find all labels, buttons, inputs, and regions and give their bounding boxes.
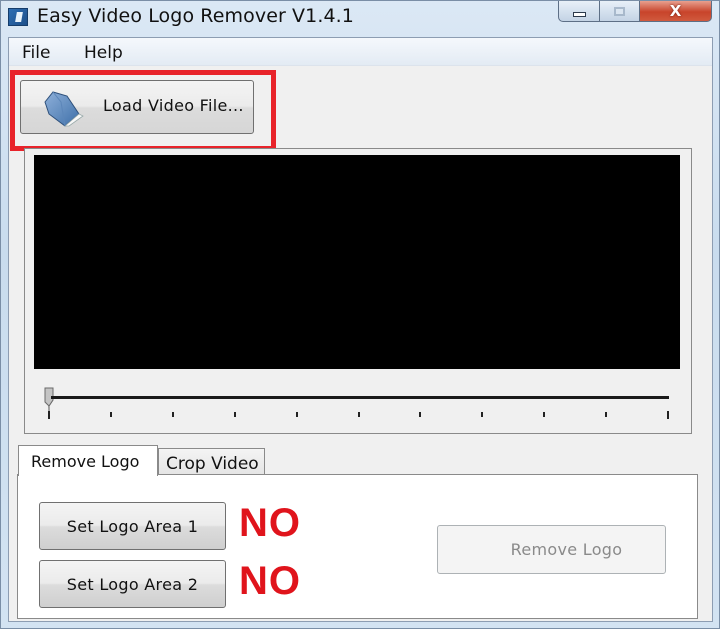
menu-bar: File Help — [9, 38, 712, 66]
slider-tick — [543, 412, 546, 417]
slider-tick — [357, 412, 360, 417]
seek-slider-track[interactable] — [51, 396, 669, 399]
slider-tick — [48, 411, 50, 419]
title-bar[interactable]: Easy Video Logo Remover V1.4.1 X — [1, 1, 719, 35]
slider-tick — [605, 412, 608, 417]
menu-file[interactable]: File — [22, 43, 50, 63]
slider-tick — [109, 412, 112, 417]
app-logo-icon — [8, 8, 28, 26]
load-video-label: Load Video File... — [103, 96, 244, 115]
app-window: Easy Video Logo Remover V1.4.1 X File He… — [0, 0, 720, 629]
slider-thumb[interactable] — [44, 387, 54, 411]
slider-tick — [171, 412, 174, 417]
maximize-icon — [614, 6, 625, 16]
window-title: Easy Video Logo Remover V1.4.1 — [37, 5, 355, 27]
tab-crop-video[interactable]: Crop Video — [158, 448, 265, 476]
caption-buttons: X — [558, 1, 712, 22]
slider-tick — [295, 412, 298, 417]
remove-logo-button[interactable]: Remove Logo — [437, 525, 666, 574]
slider-tick — [233, 412, 236, 417]
menu-help[interactable]: Help — [84, 43, 123, 63]
close-button[interactable]: X — [640, 1, 712, 22]
video-preview — [34, 155, 680, 369]
maximize-button[interactable] — [600, 1, 640, 22]
minimize-icon — [572, 11, 586, 17]
tab-remove-logo[interactable]: Remove Logo — [18, 445, 158, 476]
area-1-status: NO — [239, 501, 301, 545]
set-logo-area-1-button[interactable]: Set Logo Area 1 — [39, 502, 226, 550]
slider-tick — [481, 412, 484, 417]
area-2-status: NO — [239, 559, 301, 603]
video-frame — [24, 148, 692, 434]
folder-icon — [44, 91, 84, 127]
set-logo-area-2-button[interactable]: Set Logo Area 2 — [39, 560, 226, 608]
close-icon: X — [669, 1, 682, 20]
slider-tick — [667, 411, 669, 419]
slider-tick — [419, 412, 422, 417]
load-video-button[interactable]: Load Video File... — [20, 80, 254, 134]
minimize-button[interactable] — [558, 1, 600, 22]
